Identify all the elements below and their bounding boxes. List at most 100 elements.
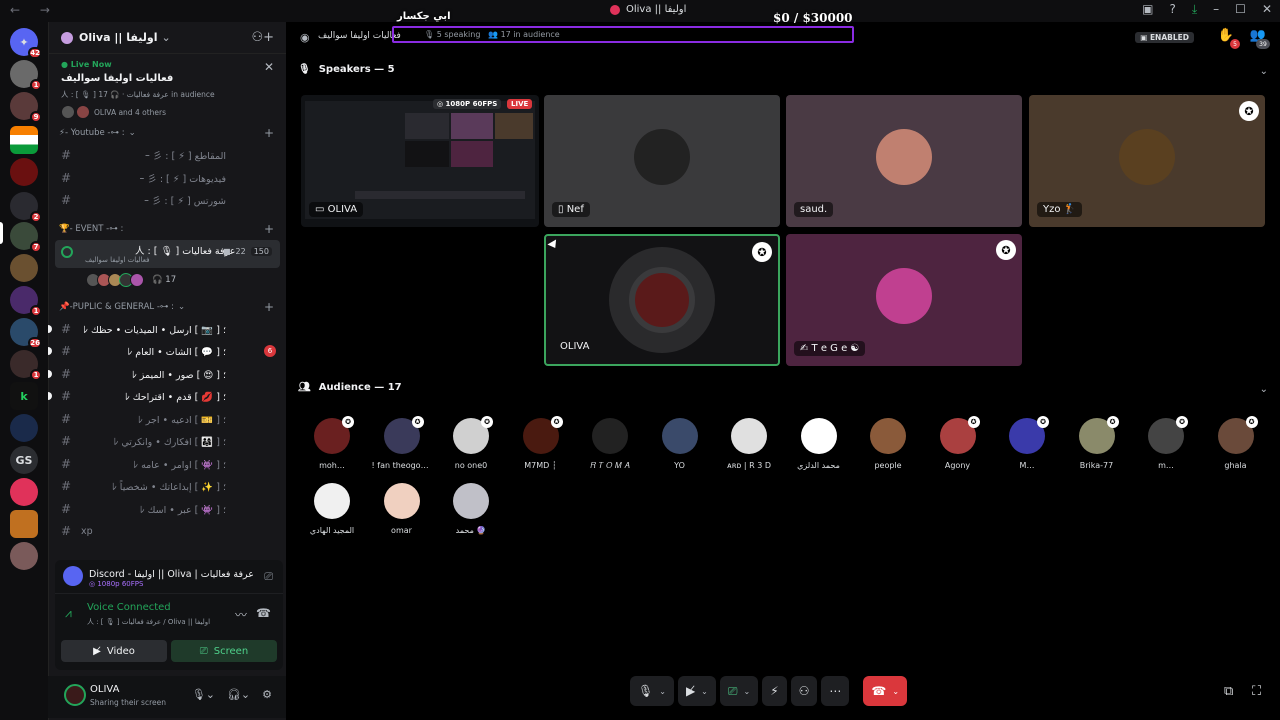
channel-item[interactable]: # ﾚ ؛ [ 👨‍👩‍👧 ] افكارك • وانكرتي <box>49 430 286 453</box>
stage-listeners[interactable]: 🎧 17 <box>49 268 286 292</box>
category-event[interactable]: 🏆 - EVENT -⊶ : + <box>49 218 286 240</box>
maximize-button[interactable]: ☐ <box>1235 2 1246 17</box>
category-public[interactable]: 📌 -PUPLIC & GENERAL -⊶ : ⌄ + <box>49 296 286 318</box>
gear-icon[interactable]: ⚙ <box>262 688 272 701</box>
stage-channel[interactable]: 人 : [ 🎙 ] عرفة فعاليات فعاليات اوليفا سو… <box>55 239 280 268</box>
microphone-icon[interactable]: 🎙︎⌄ <box>192 688 215 701</box>
server-icon[interactable] <box>10 126 38 154</box>
channel-item[interactable]: # ﾚ ؛ [ 👾 ] اوامر • عامه <box>49 453 286 476</box>
more-button[interactable]: ⋯ <box>821 676 850 706</box>
invite-people-icon[interactable]: ⚇+ <box>251 30 274 45</box>
add-channel-icon[interactable]: + <box>264 222 274 236</box>
close-icon[interactable]: ✕ <box>264 60 274 74</box>
signal-icon[interactable]: ⩘ <box>65 606 72 621</box>
speaker-tile[interactable]: ✪ Yzo 🏌 <box>1029 95 1265 227</box>
server-icon[interactable] <box>10 510 38 538</box>
discord-home-icon[interactable]: ✦ 42 <box>10 28 42 59</box>
voice-status[interactable]: Voice Connected <box>87 602 171 613</box>
channel-item[interactable]: # ﾚ ؛ [ 👾 ] عبر • اسك <box>49 498 286 521</box>
activities-button[interactable]: ⚡ <box>762 676 787 706</box>
speaker-tile[interactable]: ✪ ✍ T e G e ☯ <box>786 234 1022 366</box>
category-label: - EVENT -⊶ : <box>69 223 124 234</box>
server-icon[interactable] <box>10 158 38 186</box>
channel-item[interactable]: # ﾚ ؛ [ 💬 ] الشات • العام 6 <box>48 340 286 363</box>
screen-share-tile[interactable]: ◎ 1080P 60FPS LIVE ▭ OLIVA <box>301 95 539 227</box>
server-icon[interactable] <box>10 478 38 506</box>
channel-item[interactable]: # ｰ 彡 : [ ⚡ ] شورتس <box>49 189 286 212</box>
server-icon[interactable] <box>10 414 38 442</box>
speaker-tile[interactable]: ▯ Nef <box>544 95 780 227</box>
nav-arrows[interactable]: ← → <box>10 3 58 17</box>
speaker-tile[interactable]: ✪ OLIVA <box>544 234 780 366</box>
channel-item[interactable]: # ﾚ ؛ [ 💋 ] قدم • اقتراحك <box>48 385 286 408</box>
server-icon[interactable] <box>10 542 38 570</box>
audience-member[interactable]: people <box>858 418 918 470</box>
video-button[interactable]: ▶̸ Video <box>61 640 167 662</box>
server-icon[interactable]: 26 <box>10 318 42 349</box>
screen-button[interactable]: ⎚ Screen <box>171 640 277 662</box>
channel-item[interactable]: # ﾚ ؛ [ ✨ ] إبداعاتك • شخصياً <box>49 475 286 498</box>
avatar[interactable] <box>64 684 86 706</box>
server-icon[interactable]: k <box>10 382 38 410</box>
audience-member[interactable]: ✪ M… <box>997 416 1057 470</box>
server-header[interactable]: Oliva || اوليفا ⌄ ⚇+ <box>49 22 286 54</box>
channel-item[interactable]: # xp <box>49 520 286 543</box>
channel-item[interactable]: # ﾚ ؛ [ 📷 ] ارسل • الميديات • حظك <box>48 318 286 341</box>
voice-channel-path[interactable]: 人 : [ 🎙 ] عرفة فعاليات / Oliva || اوليفا <box>87 617 210 627</box>
disconnect-icon[interactable]: ☎ <box>256 606 271 620</box>
audience-member[interactable]: ✪ ! fan theogofli… <box>372 416 432 470</box>
audience-member[interactable]: YO <box>650 418 710 470</box>
server-icon[interactable]: 1 <box>10 60 42 91</box>
audience-member[interactable]: ✪ Brika-77 <box>1067 416 1127 470</box>
headphones-icon[interactable]: 🎧︎⌄ <box>227 688 250 701</box>
audience-member[interactable]: محمد الدلزي <box>789 418 849 470</box>
audience-member[interactable]: ✪ M7MD ┆ <box>511 416 571 470</box>
audience-member[interactable]: ✪ ghala <box>1206 416 1266 470</box>
channel-item[interactable]: # ｰ 彡 : [ ⚡ ] المقاطع <box>49 144 286 167</box>
server-icon[interactable]: 7 <box>10 222 42 253</box>
quality-tag-text: 1080P 60FPS <box>445 100 498 108</box>
inbox-icon[interactable]: ▣ <box>1142 2 1153 17</box>
speaker-tile[interactable]: saud. <box>786 95 1022 227</box>
stream-row[interactable]: Discord - اوليفا || Oliva | عرفة فعاليات… <box>55 560 283 594</box>
live-event-card[interactable]: ● Live Now فعاليات اوليفا سواليف 人 : [ 🎙… <box>49 54 286 122</box>
mute-button[interactable]: 🎙︎ ⌄ <box>630 676 674 706</box>
add-channel-icon[interactable]: + <box>264 300 274 314</box>
download-icon[interactable]: ⤓ <box>1192 2 1197 17</box>
server-icon[interactable]: 9 <box>10 92 42 123</box>
category-youtube[interactable]: ⚡ - Youtube -⊶ : ⌄ + <box>49 122 286 144</box>
user-name[interactable]: OLIVA <box>90 684 119 695</box>
chevron-down-icon[interactable]: ⌄ <box>1260 384 1268 395</box>
camera-button[interactable]: ▶̸ ⌄ <box>677 676 716 706</box>
stream-settings-icon[interactable]: ⎚ <box>264 570 273 584</box>
minimize-button[interactable]: – <box>1213 2 1219 17</box>
noise-suppression-icon[interactable]: 〰 <box>235 606 247 623</box>
audience-member[interactable]: omar <box>372 483 432 535</box>
channel-item[interactable]: # ﾚ ؛ [ 😍 ] صور • الميمز <box>48 363 286 386</box>
screen-share-button[interactable]: ⎚ ⌄ <box>719 676 759 706</box>
enabled-badge[interactable]: ▣ ENABLED <box>1135 32 1194 43</box>
audience-member[interactable]: ✪ moh… <box>302 416 362 470</box>
server-icon[interactable]: 2 <box>10 192 42 223</box>
popout-icon[interactable]: ⧉ <box>1224 684 1233 699</box>
audience-member[interactable]: ✪ no one0 <box>441 416 501 470</box>
server-icon[interactable]: 1 <box>10 286 42 317</box>
leave-stage-button[interactable]: ☎ ⌄ <box>863 676 908 706</box>
help-icon[interactable]: ? <box>1169 2 1175 17</box>
channel-item[interactable]: # ﾚ ؛ [ 🎫 ] ادعيه • اجر <box>49 408 286 431</box>
server-gs[interactable]: GS <box>10 446 38 474</box>
fullscreen-icon[interactable]: ⛶ <box>1252 684 1261 699</box>
audience-member[interactable]: ✪ m… <box>1136 416 1196 470</box>
audience-member[interactable]: ᴀʀᴅ | R 3 D <box>719 418 779 470</box>
audience-member[interactable]: محمد 🔮 <box>441 483 501 535</box>
close-window-button[interactable]: ✕ <box>1262 2 1272 17</box>
audience-member[interactable]: المجيد الهادي <box>302 483 362 535</box>
invite-button[interactable]: ⚇ <box>790 676 818 706</box>
server-icon[interactable] <box>10 254 38 282</box>
channel-item[interactable]: # ｰ 彡 : [ ⚡ ] فيديوهات <box>49 167 286 190</box>
audience-member[interactable]: 𝑅 𝑇 𝑂 𝑀 𝐴 <box>580 418 640 471</box>
chevron-down-icon[interactable]: ⌄ <box>1260 66 1268 77</box>
add-channel-icon[interactable]: + <box>264 126 274 140</box>
audience-member[interactable]: ✪ Agony <box>928 416 988 470</box>
server-icon[interactable]: 1 <box>10 350 42 381</box>
